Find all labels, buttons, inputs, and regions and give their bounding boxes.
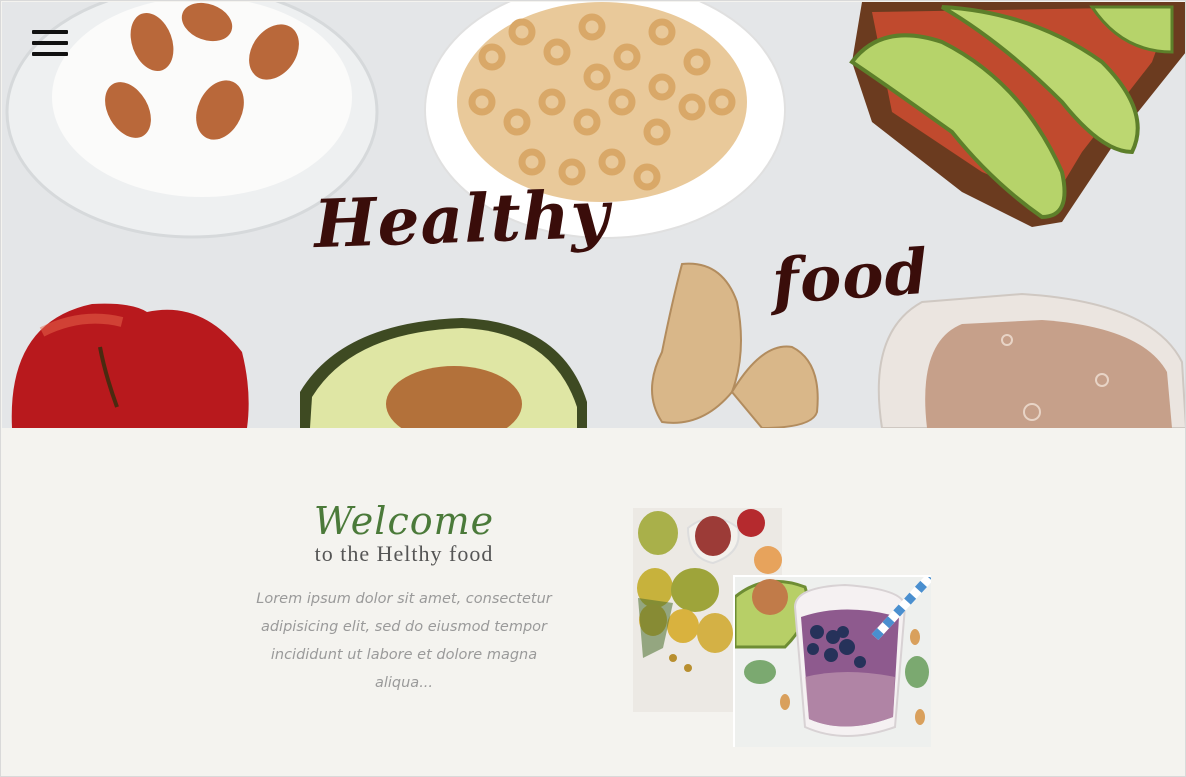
avocado-toast-image bbox=[849, 2, 1185, 227]
welcome-title: Welcome bbox=[313, 499, 495, 543]
hero-banner: Healthy food bbox=[2, 2, 1185, 428]
page-frame: Healthy food Welcome to the Helthy food … bbox=[0, 0, 1186, 777]
welcome-paragraph: Lorem ipsum dolor sit amet, consectetur … bbox=[241, 585, 567, 697]
paragraph-line: adipisicing elit, sed do eiusmod tempor bbox=[260, 619, 548, 635]
smoothie-photo-image bbox=[735, 577, 931, 747]
smoothie-glass-image bbox=[877, 292, 1185, 428]
welcome-subtitle: to the Helthy food bbox=[314, 541, 494, 566]
avocado-half-image bbox=[300, 318, 587, 428]
apple-image bbox=[11, 303, 249, 428]
hero-title-healthy: Healthy bbox=[312, 174, 612, 264]
smoothie-photo bbox=[733, 575, 931, 747]
paragraph-line: incididunt ut labore et dolore magna ali… bbox=[270, 647, 538, 691]
welcome-section: Welcome to the Helthy food Lorem ipsum d… bbox=[241, 499, 567, 697]
hero-title-food: food bbox=[769, 234, 932, 319]
hamburger-menu-icon[interactable] bbox=[32, 30, 68, 62]
paragraph-line: Lorem ipsum dolor sit amet, consectetur bbox=[256, 591, 552, 607]
